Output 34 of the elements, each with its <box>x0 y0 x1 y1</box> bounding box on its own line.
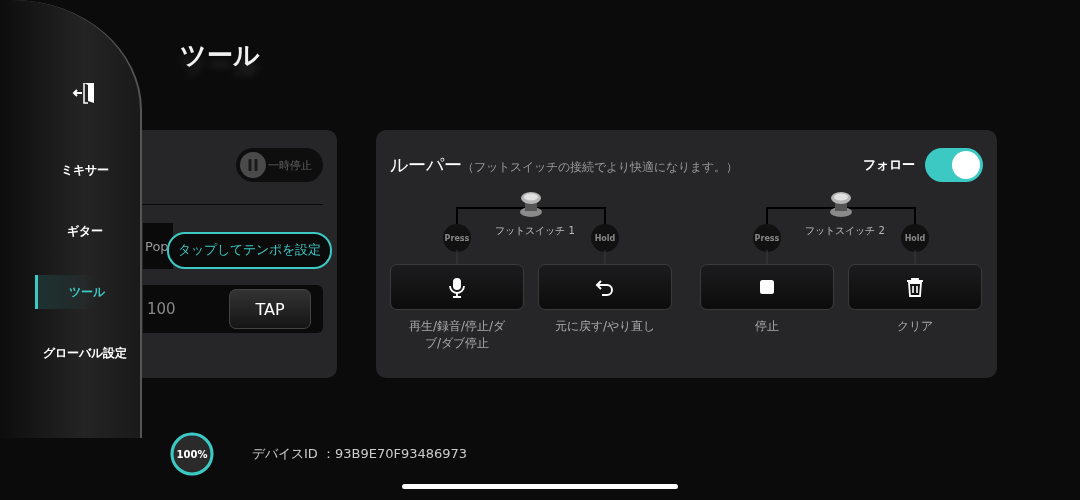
tempo-value: 100 <box>147 300 176 318</box>
tooltip: タップしてテンポを設定 <box>167 232 332 269</box>
tempo-field[interactable]: 100 TAP <box>143 285 323 333</box>
pause-icon <box>240 152 266 178</box>
action-button[interactable] <box>700 264 834 310</box>
footswitch-icon <box>520 192 542 217</box>
press-badge: Press <box>753 224 781 252</box>
hold-badge: Hold <box>901 224 929 252</box>
follow-toggle[interactable] <box>925 148 983 182</box>
sidebar-item[interactable]: ミキサー <box>35 140 135 201</box>
sidebar-item[interactable]: ギター <box>35 201 135 262</box>
battery-indicator: 100% <box>170 432 214 476</box>
action-label: 再生/録音/停止/ダブ/ダブ停止 <box>407 318 507 353</box>
sidebar-item[interactable]: グローバル設定 <box>35 323 135 384</box>
press-badge: Press <box>443 224 471 252</box>
action-label: クリア <box>896 318 934 335</box>
device-id: デバイスID ：93B9E70F93486973 <box>252 445 468 463</box>
action-label: 停止 <box>754 318 780 335</box>
trash-icon <box>904 276 926 298</box>
action-label: 元に戻す/やり直し <box>553 318 656 335</box>
footswitch-label: フットスイッチ 1 <box>495 224 575 238</box>
action-button[interactable] <box>848 264 982 310</box>
footswitch-icon <box>830 192 852 217</box>
action-button[interactable] <box>390 264 524 310</box>
microphone-icon <box>446 276 468 298</box>
page-title: ツール <box>180 39 261 72</box>
looper-title: ルーパー <box>390 153 462 177</box>
looper-note: （フットスイッチの接続でより快適になります。） <box>462 159 738 176</box>
footswitch-label: フットスイッチ 2 <box>805 224 885 238</box>
hold-badge: Hold <box>591 224 619 252</box>
style-field[interactable]: Pop <box>143 223 173 269</box>
tap-button[interactable]: TAP <box>229 289 311 329</box>
follow-label: フォロー <box>863 156 915 174</box>
pause-button[interactable]: 一時停止 <box>236 148 323 182</box>
